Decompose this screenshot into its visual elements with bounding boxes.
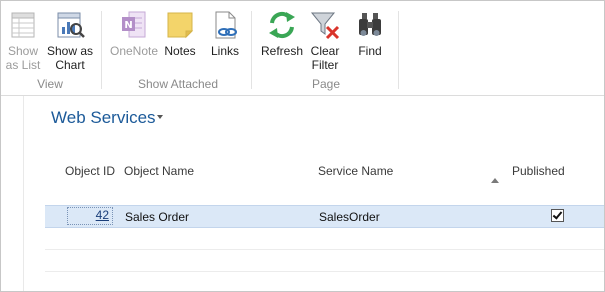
table-row[interactable]: 42 Sales Order SalesOrder [45,205,604,228]
notes-label: Notes [164,44,196,58]
column-header-service-name[interactable]: Service Name [318,164,393,178]
show-as-chart-label-1: Show as [46,44,94,58]
ribbon-separator [101,11,102,89]
clear-filter-button[interactable]: Clear Filter [305,9,345,72]
show-as-list-button[interactable]: Show as List [3,9,43,72]
object-id-link[interactable]: 42 [96,208,109,222]
group-label-page: Page [311,77,341,91]
cell-service-name[interactable]: SalesOrder [319,210,380,224]
published-checkbox[interactable] [551,209,564,222]
show-as-list-label-1: Show [7,44,39,58]
find-label: Find [358,44,382,58]
show-as-list-label-2: as List [5,58,41,72]
left-gutter [1,96,24,291]
refresh-button[interactable]: Refresh [259,9,305,58]
column-header-object-id[interactable]: Object ID [65,164,115,178]
group-label-show-attached: Show Attached [137,77,219,91]
onenote-label: OneNote [109,44,159,58]
onenote-icon: N [122,11,146,38]
show-as-chart-button[interactable]: Show as Chart [45,9,95,72]
link-document-icon [215,11,237,39]
find-button[interactable]: Find [351,9,389,58]
clear-filter-label-2: Filter [311,58,339,72]
group-label-view: View [37,77,63,91]
list-view-icon [11,12,35,38]
links-button[interactable]: Links [205,9,245,58]
clear-filter-label-1: Clear [310,44,340,58]
chevron-down-icon[interactable] [157,115,163,119]
window: Show as List Show as Chart View N OneNot… [0,0,605,292]
column-header-object-name[interactable]: Object Name [124,164,194,178]
links-label: Links [210,44,239,58]
ribbon-separator [251,11,252,89]
clear-filter-icon [310,12,340,40]
cell-object-name[interactable]: Sales Order [125,210,189,224]
binoculars-icon [359,13,381,36]
note-icon [167,12,194,39]
svg-text:N: N [124,20,132,31]
refresh-label: Refresh [260,44,304,58]
sort-ascending-icon [491,178,499,183]
chart-view-icon [57,12,85,38]
onenote-button[interactable]: N OneNote [109,9,159,58]
notes-button[interactable]: Notes [161,9,199,58]
show-as-chart-label-2: Chart [55,58,85,72]
refresh-icon [269,11,295,39]
column-header-published[interactable]: Published [512,164,565,178]
page-title[interactable]: Web Services [51,108,156,128]
row-divider [45,271,604,272]
row-divider [45,249,604,250]
ribbon-separator [398,11,399,89]
ribbon: Show as List Show as Chart View N OneNot… [1,1,604,96]
cell-object-id[interactable]: 42 [67,207,113,225]
